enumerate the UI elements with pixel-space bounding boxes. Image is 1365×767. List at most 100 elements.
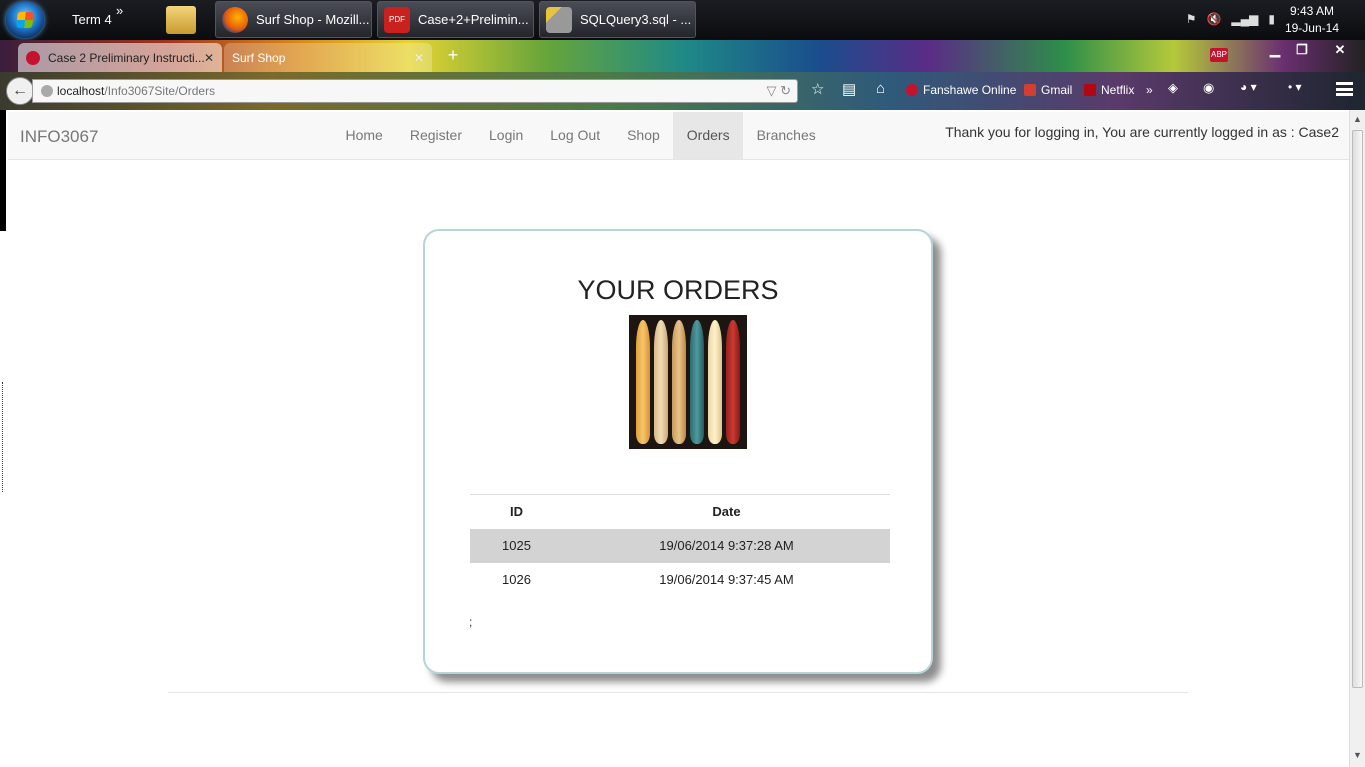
scrollbar-thumb[interactable] <box>1352 130 1363 688</box>
folder-icon[interactable] <box>166 6 196 34</box>
system-clock[interactable]: 9:43 AM 19-Jun-14 <box>1285 3 1339 37</box>
scroll-down-icon[interactable]: ▼ <box>1353 750 1362 760</box>
order-date-cell: 19/06/2014 9:37:28 AM <box>563 528 890 563</box>
taskbar-more-icon[interactable]: » <box>116 3 123 18</box>
taskbar-window-firefox[interactable]: Surf Shop - Mozill... <box>215 1 372 38</box>
taskbar-toolbar-label[interactable]: Term 4 <box>72 12 112 27</box>
fol-icon <box>906 84 918 96</box>
url-bar-actions: ▽ ↻ <box>766 83 791 99</box>
download-icon[interactable]: ◉ <box>1203 80 1214 96</box>
page-title: YOUR ORDERS <box>577 275 779 305</box>
site-navbar: INFO3067 Home Register Login Log Out Sho… <box>8 112 1349 160</box>
adblock-plus-icon[interactable]: ABP <box>1210 48 1228 62</box>
orders-card: YOUR ORDERS ID Date 1025 19/06/2014 9:37… <box>423 229 933 674</box>
nav-log-out[interactable]: Log Out <box>537 112 614 159</box>
close-icon[interactable]: ✕ <box>204 51 214 65</box>
table-header-row: ID Date <box>470 494 890 529</box>
table-row[interactable]: 1025 19/06/2014 9:37:28 AM <box>470 528 890 563</box>
order-id-cell: 1025 <box>470 528 563 563</box>
globe-icon <box>41 85 53 97</box>
system-tray: ⚑ 🔇 ▂▄▆ ▮ <box>1186 12 1275 26</box>
sql-tools-icon <box>546 6 572 33</box>
hamburger-menu-icon[interactable] <box>1336 82 1353 96</box>
signal-icon[interactable]: ▂▄▆ <box>1231 12 1258 26</box>
pdf-icon: PDF <box>384 6 410 33</box>
order-id-cell: 1026 <box>502 572 531 587</box>
url-text[interactable]: localhost/Info3067Site/Orders <box>57 84 215 98</box>
minimize-icon[interactable]: ▁ <box>1263 42 1287 58</box>
footer-divider <box>168 692 1188 693</box>
page-edge-marker <box>0 110 6 231</box>
clock-date: 19-Jun-14 <box>1284 21 1339 35</box>
nav-home[interactable]: Home <box>332 112 396 159</box>
taskbar-window-label: Surf Shop - Mozill... <box>256 12 370 27</box>
orders-table: ID Date 1025 19/06/2014 9:37:28 AM 1026 … <box>470 494 890 597</box>
url-path: /Info3067Site/Orders <box>104 84 216 98</box>
firefox-icon <box>222 6 248 33</box>
scroll-up-icon[interactable]: ▲ <box>1353 114 1362 124</box>
taskbar-window-label: SQLQuery3.sql - ... <box>580 12 692 27</box>
surfboard-shape <box>726 320 740 444</box>
bookmarks-overflow-icon[interactable]: » <box>1146 83 1153 97</box>
surfboard-shape <box>690 320 704 444</box>
tab-case2-instructions[interactable]: Case 2 Preliminary Instructi... ✕ <box>18 43 222 72</box>
web-page: INFO3067 Home Register Login Log Out Sho… <box>0 110 1349 767</box>
bookmark-label: Fanshawe Online <box>923 83 1017 97</box>
site-nav-links: Home Register Login Log Out Shop Orders … <box>332 112 829 159</box>
extension-icon[interactable]: ◈ <box>1168 80 1178 96</box>
start-button[interactable] <box>6 2 44 38</box>
dropdown-arrow-icon[interactable]: ▽ <box>766 83 776 98</box>
bookmark-fanshawe-online[interactable]: Fanshawe Online <box>906 83 1016 97</box>
back-arrow-icon[interactable]: ← <box>6 77 34 105</box>
network-flag-icon[interactable]: ⚑ <box>1186 12 1197 26</box>
tab-surf-shop[interactable]: Surf Shop ✕ <box>224 43 432 72</box>
nav-branches[interactable]: Branches <box>743 112 829 159</box>
netflix-icon <box>1084 84 1096 96</box>
nav-login[interactable]: Login <box>476 112 537 159</box>
surfboard-shape <box>708 320 722 444</box>
surfboard-shape <box>636 320 650 444</box>
dot-menu-icon[interactable]: • ▾ <box>1288 80 1302 94</box>
tab-label: Case 2 Preliminary Instructi... <box>48 50 205 65</box>
nav-register[interactable]: Register <box>396 112 475 159</box>
bookmark-label: Gmail <box>1041 83 1073 97</box>
login-status-message: Thank you for logging in, You are curren… <box>945 124 1339 140</box>
url-bar[interactable]: localhost/Info3067Site/Orders ▽ ↻ <box>32 79 798 103</box>
bookmark-star-icon[interactable]: ☆ <box>811 80 824 98</box>
order-date-cell: 19/06/2014 9:37:45 AM <box>659 572 794 587</box>
volume-muted-icon[interactable]: 🔇 <box>1206 12 1221 26</box>
bookmark-gmail[interactable]: Gmail <box>1024 83 1072 97</box>
gmail-icon <box>1024 84 1036 96</box>
tab-label: Surf Shop <box>232 50 286 65</box>
taskbar-window-pdf[interactable]: PDF Case+2+Prelimin... <box>377 1 534 38</box>
surfboard-shape <box>654 320 668 444</box>
page-scrollbar[interactable]: ▲ ▼ <box>1349 110 1365 767</box>
bookmark-label: Netflix <box>1101 83 1135 97</box>
table-row[interactable]: 1026 19/06/2014 9:37:45 AM <box>470 563 890 597</box>
dotted-guide <box>2 382 4 492</box>
new-tab-plus-icon[interactable]: + <box>443 44 463 66</box>
reload-icon[interactable]: ↻ <box>780 83 791 98</box>
home-icon[interactable]: ⌂ <box>876 80 885 97</box>
bookmarks-menu-icon[interactable]: ▤ <box>842 80 856 98</box>
browser-tab-bar: Case 2 Preliminary Instructi... ✕ Surf S… <box>0 40 1365 72</box>
close-window-icon[interactable]: ✕ <box>1328 42 1352 58</box>
taskbar-window-sql[interactable]: SQLQuery3.sql - ... <box>539 1 696 38</box>
clock-time: 9:43 AM <box>1289 4 1334 18</box>
bookmark-netflix[interactable]: Netflix <box>1084 83 1134 97</box>
windows-taskbar: Term 4 » Surf Shop - Mozill... PDF Case+… <box>0 0 1365 40</box>
color-picker-icon[interactable]: ◕ ▾ <box>1240 80 1257 94</box>
taskbar-window-label: Case+2+Prelimin... <box>418 12 529 27</box>
column-header-date: Date <box>563 494 890 529</box>
url-host: localhost <box>57 84 105 98</box>
stray-semicolon: ; <box>469 615 473 629</box>
restore-icon[interactable]: ❐ <box>1290 42 1314 58</box>
site-brand[interactable]: INFO3067 <box>20 127 98 147</box>
battery-icon[interactable]: ▮ <box>1268 12 1275 26</box>
close-icon[interactable]: ✕ <box>414 51 424 65</box>
surfboards-image <box>629 315 747 449</box>
nav-orders[interactable]: Orders <box>673 112 744 159</box>
surfboard-shape <box>672 320 686 444</box>
column-header-id: ID <box>470 494 563 529</box>
nav-shop[interactable]: Shop <box>614 112 674 159</box>
